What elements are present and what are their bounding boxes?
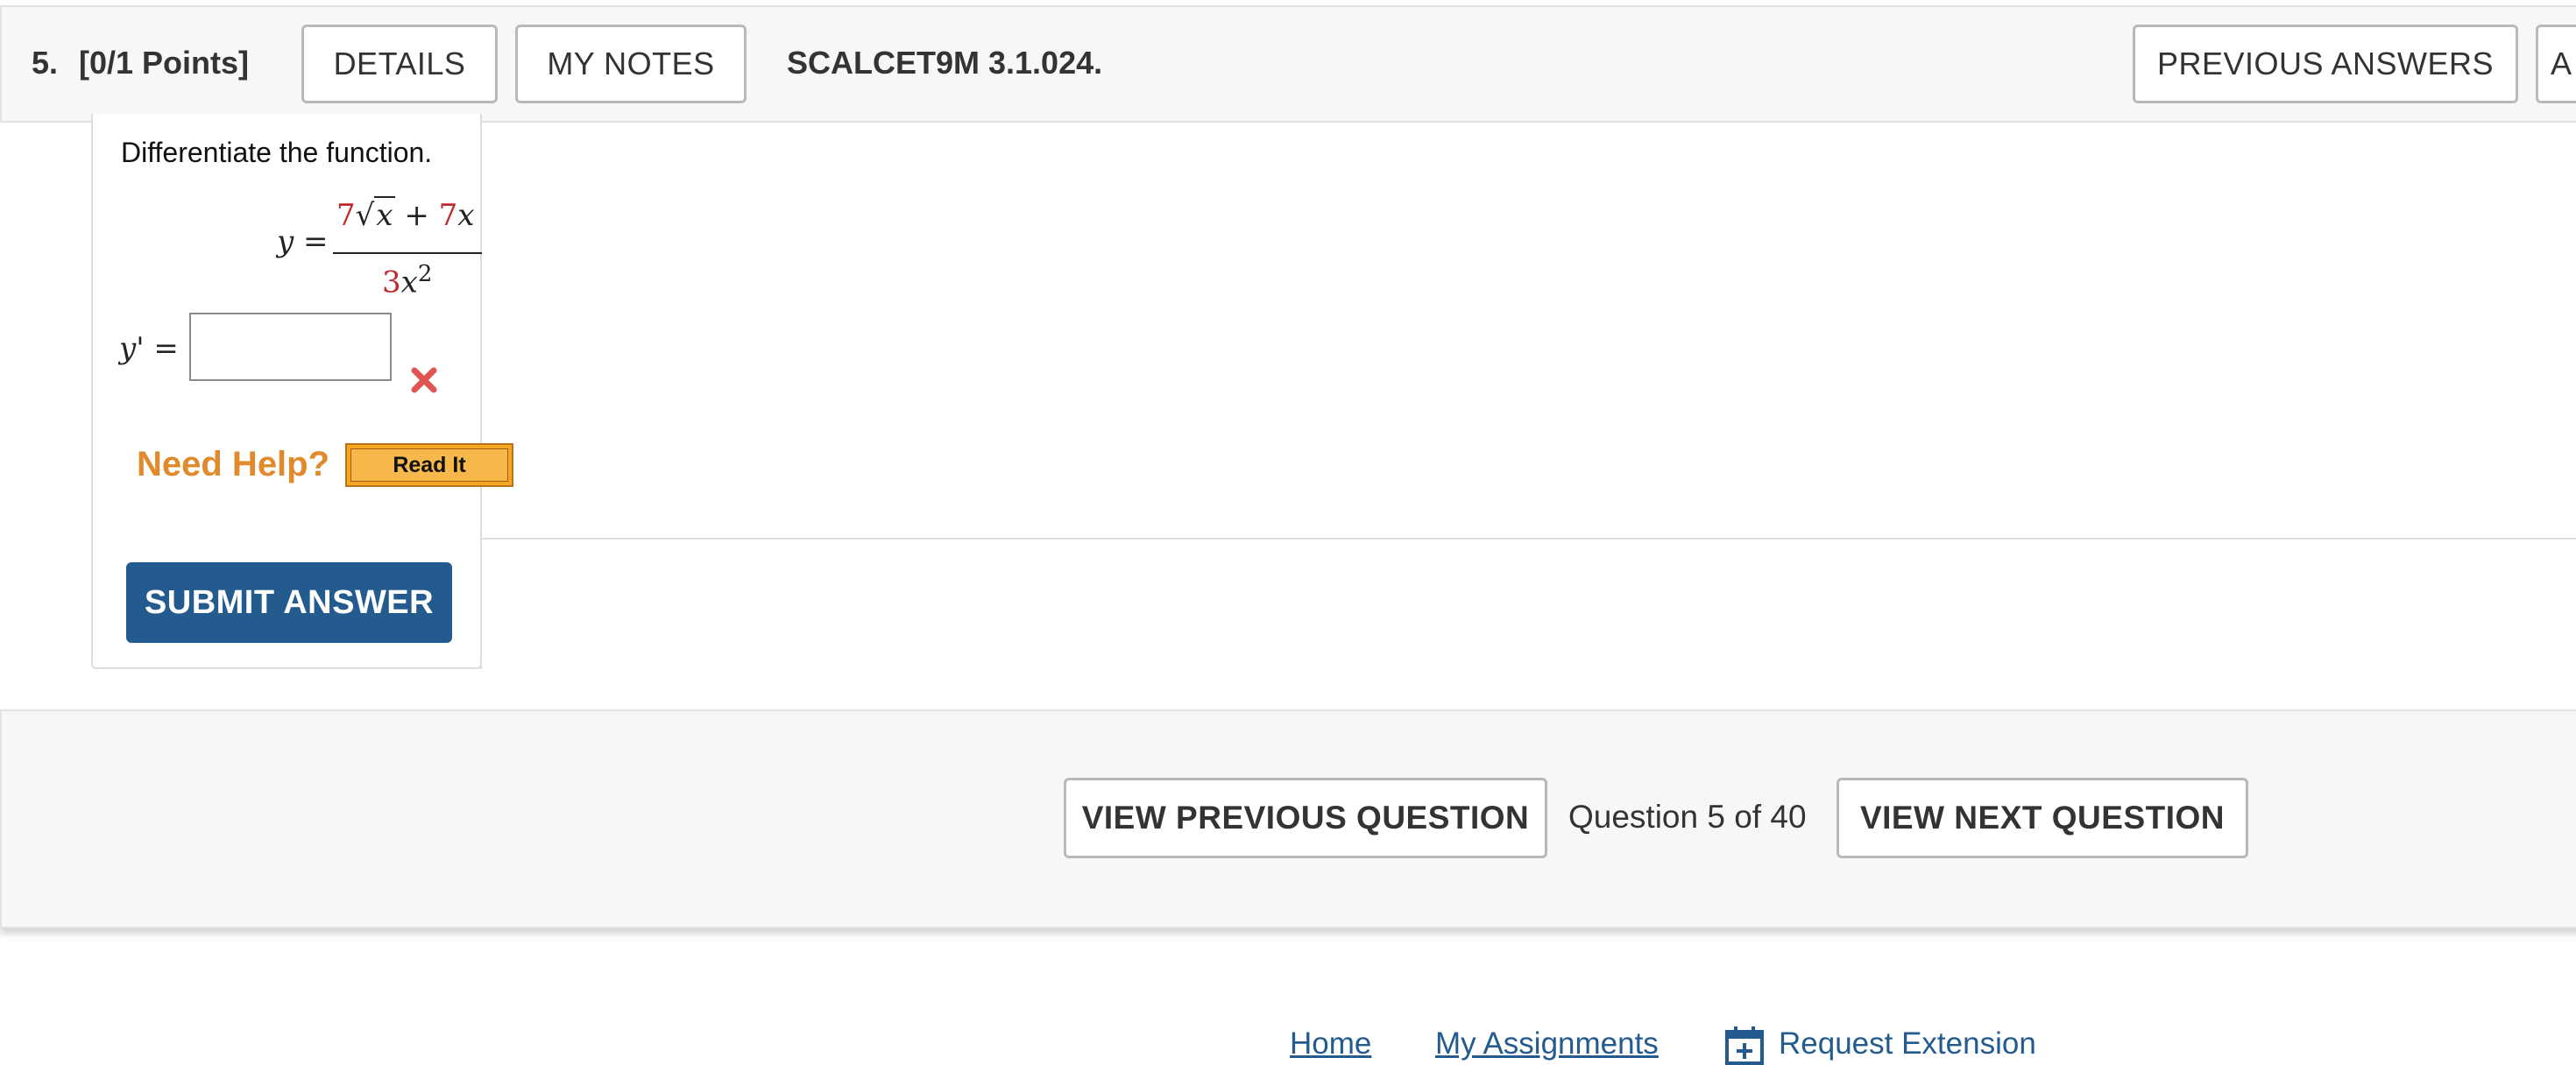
my-assignments-link[interactable]: My Assignments — [1435, 1025, 1659, 1063]
numerator-coef2: 7 — [438, 198, 458, 233]
question-number: 5. — [32, 45, 59, 81]
request-extension-link[interactable]: Request Extension — [1779, 1025, 2036, 1063]
ask-button-partial[interactable]: A — [2536, 25, 2576, 103]
function-lhs: y = — [277, 224, 329, 259]
radicand: x — [374, 196, 395, 233]
read-it-button[interactable]: Read It — [345, 443, 513, 487]
numerator-coef1: 7 — [336, 198, 356, 233]
card-divider-vertical — [480, 538, 482, 669]
need-help-label: Need Help? — [137, 445, 330, 483]
problem-id: SCALCET9M 3.1.024. — [787, 45, 1103, 81]
read-it-label: Read It — [350, 448, 508, 482]
calendar-plus-icon — [1725, 1026, 1764, 1065]
answer-input[interactable] — [189, 313, 392, 381]
fraction-bar — [333, 252, 482, 254]
card-divider — [480, 538, 2576, 540]
function-numerator: 7√x + 7x — [336, 196, 475, 233]
denominator-coef: 3 — [382, 264, 401, 300]
my-notes-button[interactable]: MY NOTES — [515, 25, 747, 103]
submit-answer-button[interactable]: SUBMIT ANSWER — [126, 562, 452, 643]
question-points: [0/1 Points] — [79, 45, 250, 81]
details-button[interactable]: DETAILS — [301, 25, 498, 103]
answer-label: y' = — [119, 331, 179, 366]
question-position: Question 5 of 40 — [1568, 799, 1807, 835]
home-link[interactable]: Home — [1290, 1025, 1371, 1063]
view-previous-question-button[interactable]: VIEW PREVIOUS QUESTION — [1064, 778, 1547, 858]
view-next-question-button[interactable]: VIEW NEXT QUESTION — [1836, 778, 2248, 858]
plus-sign: + — [404, 198, 429, 233]
denominator-var: x — [400, 264, 418, 300]
previous-answers-button[interactable]: PREVIOUS ANSWERS — [2133, 25, 2518, 103]
numerator-var: x — [457, 198, 475, 233]
function-denominator: 3x2 — [382, 261, 432, 300]
sqrt-symbol: √ — [355, 198, 375, 233]
question-prompt: Differentiate the function. — [121, 137, 433, 168]
denominator-exponent: 2 — [417, 261, 433, 287]
incorrect-x-icon — [411, 367, 437, 393]
